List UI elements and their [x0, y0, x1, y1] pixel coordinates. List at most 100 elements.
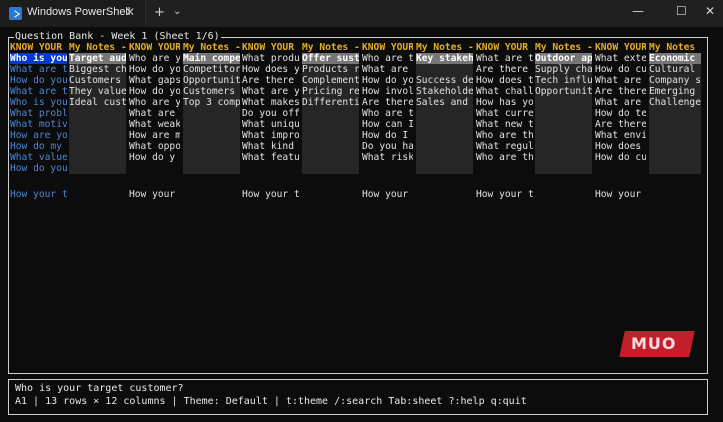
close-icon[interactable]: ✕ [705, 4, 715, 18]
table-cell[interactable]: How can I [362, 119, 413, 130]
table-cell[interactable]: Top 3 comp [183, 97, 240, 108]
table-cell[interactable] [302, 178, 359, 189]
table-cell[interactable]: What are t [10, 86, 67, 97]
column-header[interactable]: KNOW YOUR [362, 42, 413, 53]
table-cell[interactable]: Are there [362, 97, 413, 108]
table-cell[interactable]: Outdoor ap [535, 53, 592, 64]
table-cell[interactable] [183, 152, 240, 163]
table-cell[interactable]: Are there [595, 119, 646, 130]
table-cell[interactable] [649, 141, 701, 152]
table-cell[interactable] [302, 152, 359, 163]
table-cell[interactable] [69, 152, 126, 163]
table-cell[interactable]: What kind [242, 141, 299, 152]
table-cell[interactable]: What impro [242, 130, 299, 141]
table-cell[interactable]: Opportunit [183, 75, 240, 86]
table-cell[interactable]: What weak [129, 119, 180, 130]
table-cell[interactable]: Biggest ch [69, 64, 126, 75]
table-cell[interactable]: What motiv [10, 119, 67, 130]
table-cell[interactable]: Products r [302, 64, 359, 75]
table-cell[interactable]: What are [595, 75, 646, 86]
table-cell[interactable]: How do yo [129, 64, 180, 75]
table-cell[interactable] [302, 141, 359, 152]
column-header[interactable]: KNOW YOUR [242, 42, 299, 53]
table-cell[interactable]: Stakeholde [416, 86, 473, 97]
table-cell[interactable]: How invol [362, 86, 413, 97]
table-cell[interactable]: What featu [242, 152, 299, 163]
table-cell[interactable] [302, 130, 359, 141]
table-cell[interactable]: Who are t [362, 53, 413, 64]
table-cell[interactable] [416, 119, 473, 130]
table-cell[interactable]: How do yo [129, 86, 180, 97]
table-cell[interactable] [416, 152, 473, 163]
table-cell[interactable] [595, 163, 646, 174]
table-cell[interactable]: How do you [10, 75, 67, 86]
table-cell[interactable]: What are t [476, 53, 533, 64]
table-cell[interactable] [416, 141, 473, 152]
column-header[interactable]: My Notes - [69, 42, 126, 53]
table-cell[interactable]: What gaps [129, 75, 180, 86]
table-cell[interactable] [183, 119, 240, 130]
table-cell[interactable]: Company st [649, 75, 701, 86]
table-cell[interactable]: How do cu [595, 152, 646, 163]
tab-windows-powershell[interactable]: Windows PowerShell ✕ [0, 0, 146, 27]
table-cell[interactable]: What uniqu [242, 119, 299, 130]
table-cell[interactable]: What curre [476, 108, 533, 119]
table-cell[interactable]: Customers [69, 75, 126, 86]
table-cell[interactable] [183, 163, 240, 174]
table-cell[interactable] [649, 178, 701, 189]
table-cell[interactable]: Who are th [476, 130, 533, 141]
table-cell[interactable]: How are yo [10, 130, 67, 141]
column-header[interactable]: KNOW YOUR [10, 42, 67, 53]
maximize-icon[interactable]: ☐ [676, 4, 687, 18]
table-cell[interactable]: What chall [476, 86, 533, 97]
table-cell[interactable]: What probl [10, 108, 67, 119]
table-cell[interactable] [302, 163, 359, 174]
table-cell[interactable]: Ideal cust [69, 97, 126, 108]
table-cell[interactable]: Supply cha [535, 64, 592, 75]
table-cell[interactable]: Economic s [649, 53, 701, 64]
table-cell[interactable]: Customers [183, 86, 240, 97]
table-cell[interactable] [535, 130, 592, 141]
table-cell[interactable] [10, 178, 67, 189]
table-cell[interactable] [302, 119, 359, 130]
table-cell[interactable]: What regul [476, 141, 533, 152]
table-cell[interactable] [69, 163, 126, 174]
table-cell[interactable]: Key stakeh [416, 53, 473, 64]
table-cell[interactable] [535, 119, 592, 130]
table-cell[interactable] [416, 130, 473, 141]
table-cell[interactable] [535, 97, 592, 108]
table-cell[interactable]: Do you off [242, 108, 299, 119]
chevron-down-icon[interactable]: ⌄ [173, 6, 181, 17]
table-cell[interactable]: What oppo [129, 141, 180, 152]
table-cell[interactable] [69, 108, 126, 119]
table-cell[interactable] [535, 141, 592, 152]
column-header[interactable]: My Notes - [183, 42, 240, 53]
table-cell[interactable] [69, 178, 126, 189]
table-cell[interactable] [649, 163, 701, 174]
table-cell[interactable] [129, 163, 180, 174]
table-cell[interactable]: Who are t [362, 108, 413, 119]
table-cell[interactable]: Emerging m [649, 86, 701, 97]
table-cell[interactable]: Main compe [183, 53, 240, 64]
table-cell[interactable] [535, 163, 592, 174]
table-cell[interactable]: Success de [416, 75, 473, 86]
table-cell[interactable]: Are there [242, 75, 299, 86]
table-cell[interactable] [69, 141, 126, 152]
table-cell[interactable] [183, 108, 240, 119]
table-cell[interactable] [242, 178, 299, 189]
table-cell[interactable] [595, 178, 646, 189]
table-cell[interactable]: What are [362, 64, 413, 75]
new-tab-icon[interactable]: + [154, 5, 165, 20]
table-cell[interactable] [362, 163, 413, 174]
table-cell[interactable]: How do I [362, 130, 413, 141]
table-cell[interactable]: What makes [242, 97, 299, 108]
table-cell[interactable]: Who are y [129, 53, 180, 64]
table-cell[interactable]: What exte [595, 53, 646, 64]
table-cell[interactable] [302, 108, 359, 119]
table-cell[interactable]: They value [69, 86, 126, 97]
table-cell[interactable]: Who are th [476, 152, 533, 163]
table-cell[interactable]: How do cu [595, 64, 646, 75]
table-cell[interactable]: Who is you [10, 53, 67, 64]
table-cell[interactable]: How does t [476, 75, 533, 86]
table-cell[interactable] [535, 178, 592, 189]
